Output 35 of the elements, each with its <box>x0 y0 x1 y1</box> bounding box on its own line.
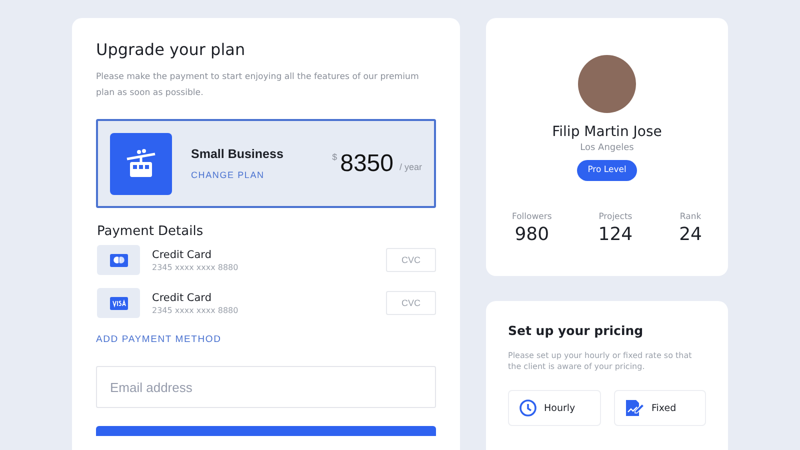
price-amount: 8350 <box>340 150 394 178</box>
cable-car-icon <box>110 132 172 194</box>
section-title: Payment Details <box>97 224 204 239</box>
card-logo-icon <box>110 254 128 266</box>
submit-button[interactable] <box>96 426 436 436</box>
profile-location: Los Angeles <box>580 143 634 153</box>
change-plan-link[interactable]: CHANGE PLAN <box>191 170 332 180</box>
pricing-option[interactable]: Fixed <box>614 390 706 426</box>
cvc-field[interactable]: CVC <box>386 291 436 315</box>
stat-label: Projects <box>598 212 632 222</box>
stat-value: 124 <box>598 224 633 245</box>
card-number: 2345 xxxx xxxx 8880 <box>152 306 240 314</box>
card-title: Upgrade your plan <box>96 40 246 59</box>
card-description: Please set up your hourly or fixed rate so that the client is aware of your pricing. <box>508 350 693 372</box>
card-name: Credit Card <box>152 248 212 260</box>
card-name: Credit Card <box>152 292 212 304</box>
price-period: / year <box>399 162 422 172</box>
stat-value: 24 <box>679 224 702 245</box>
card-number: 2345 xxxx xxxx 8880 <box>152 262 240 272</box>
stat-label: Rank <box>680 212 702 222</box>
stat-label: Followers <box>512 212 552 222</box>
card-logo-icon <box>110 296 128 310</box>
plan-name: Small Business <box>191 147 284 161</box>
level-badge: Pro Level <box>576 160 638 181</box>
email-field[interactable]: Email address <box>96 366 436 408</box>
profile-name: Filip Martin Jose <box>552 124 662 140</box>
card-title: Set up your pricing <box>508 323 644 338</box>
pricing-option[interactable]: Hourly <box>508 390 600 426</box>
add-payment-link[interactable]: ADD PAYMENT METHOD <box>96 334 436 345</box>
currency-symbol: $ <box>332 152 338 162</box>
document-pen-icon <box>624 399 644 417</box>
cvc-field[interactable]: CVC <box>386 248 436 272</box>
card-description: Please make the payment to start enjoying all the features of our premium plan as soon as possible. <box>96 71 420 100</box>
stat-value: 980 <box>514 224 550 245</box>
clock-icon <box>519 399 537 417</box>
